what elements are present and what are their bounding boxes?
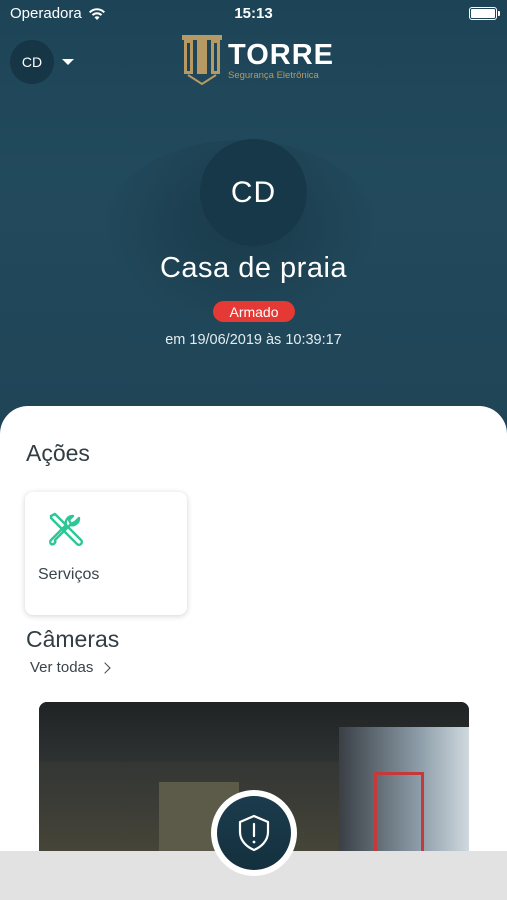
- camera-scene-frame: [374, 772, 424, 862]
- tools-icon: [49, 512, 84, 547]
- shield-alert-icon: [238, 814, 270, 852]
- chevron-down-icon: [62, 59, 74, 65]
- status-badge: Armado: [213, 301, 295, 322]
- battery-icon: [469, 7, 500, 20]
- user-switcher[interactable]: CD: [10, 40, 74, 84]
- clock: 15:13: [234, 5, 273, 22]
- torre-logo: TORRE Segurança Eletrônica: [182, 35, 334, 85]
- actions-title: Ações: [26, 440, 90, 466]
- user-avatar: CD: [10, 40, 54, 84]
- logo-brand: TORRE: [228, 38, 334, 71]
- site-name: Casa de praia: [159, 252, 348, 284]
- logo-tagline: Segurança Eletrônica: [228, 69, 319, 81]
- panic-button-inner: [217, 796, 291, 870]
- see-all-cameras-link[interactable]: Ver todas: [30, 659, 112, 676]
- site-avatar: CD: [200, 139, 307, 246]
- see-all-label: Ver todas: [30, 659, 94, 676]
- chevron-right-icon: [99, 661, 112, 674]
- panic-button[interactable]: [211, 790, 297, 876]
- torre-logo-mark-icon: [182, 35, 222, 85]
- status-bar: Operadora 15:13: [0, 0, 507, 28]
- status-timestamp: em 19/06/2019 às 10:39:17: [165, 332, 342, 348]
- action-card-services[interactable]: [25, 492, 187, 615]
- action-label-services: Serviços: [38, 566, 100, 583]
- cameras-title: Câmeras: [26, 626, 120, 652]
